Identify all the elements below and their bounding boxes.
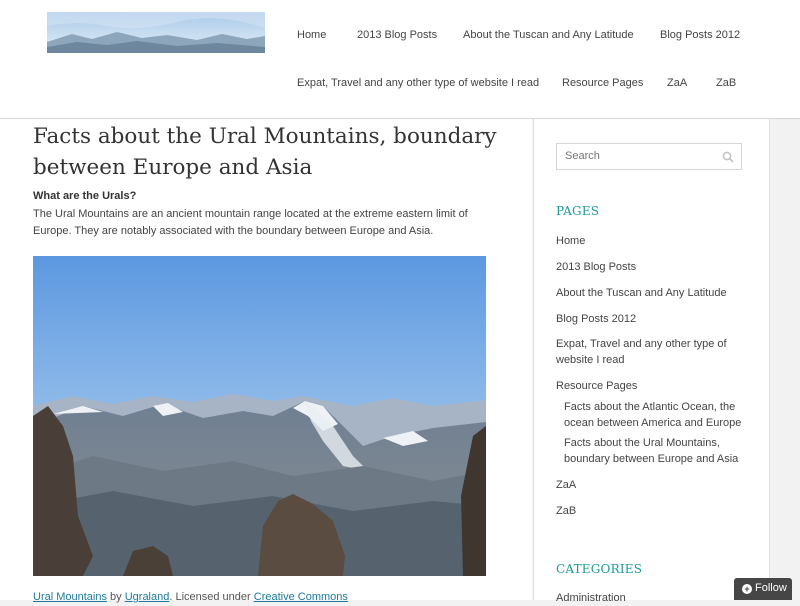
sidebar-page-2013-blog-posts[interactable]: 2013 Blog Posts [556, 259, 636, 275]
site-header: Home 2013 Blog Posts About the Tuscan an… [0, 0, 800, 119]
sidebar-page-about-tuscan[interactable]: About the Tuscan and Any Latitude [556, 285, 727, 301]
categories-widget-title: CATEGORIES [556, 562, 643, 576]
nav-zab[interactable]: ZaB [716, 77, 736, 89]
sidebar-page-zaa[interactable]: ZaA [556, 477, 576, 493]
sidebar-subpage-ural-mountains[interactable]: Facts about the Ural Mountains, boundary… [564, 435, 749, 467]
nav-about-tuscan[interactable]: About the Tuscan and Any Latitude [463, 29, 634, 41]
search-icon[interactable] [722, 151, 734, 163]
sidebar-page-home[interactable]: Home [556, 233, 585, 249]
post-intro: The Ural Mountains are an ancient mounta… [33, 208, 468, 237]
header-logo-image[interactable] [47, 12, 265, 53]
caption-by: by [106, 591, 125, 603]
caption-author-link[interactable]: Ugraland [125, 591, 170, 603]
sidebar-page-resource-pages[interactable]: Resource Pages [556, 378, 637, 394]
follow-label: Follow [755, 582, 787, 594]
sidebar-page-blog-posts-2012[interactable]: Blog Posts 2012 [556, 311, 636, 327]
caption-licensed: . Licensed under [169, 591, 254, 603]
nav-home[interactable]: Home [297, 29, 326, 41]
search-box [556, 143, 742, 170]
follow-button[interactable]: + Follow [734, 578, 792, 600]
sidebar-page-expat-travel[interactable]: Expat, Travel and any other type of webs… [556, 336, 746, 368]
nav-2013-blog-posts[interactable]: 2013 Blog Posts [357, 29, 437, 41]
nav-expat-travel[interactable]: Expat, Travel and any other type of webs… [297, 77, 539, 89]
caption-photo-link[interactable]: Ural Mountains [33, 591, 107, 603]
post-question: What are the Urals? [33, 190, 137, 202]
nav-blog-posts-2012[interactable]: Blog Posts 2012 [660, 29, 740, 41]
post-title: Facts about the Ural Mountains, boundary… [33, 124, 497, 180]
caption-license-link[interactable]: Creative Commons [254, 591, 348, 603]
mountain-photo-graphic [33, 256, 486, 576]
ural-mountains-photo [33, 256, 486, 576]
photo-caption: Ural Mountains by Ugraland. Licensed und… [33, 591, 348, 603]
sidebar-category-administration[interactable]: Administration [556, 590, 626, 606]
nav-zaa[interactable]: ZaA [667, 77, 687, 89]
pages-widget-title: PAGES [556, 204, 600, 218]
nav-resource-pages[interactable]: Resource Pages [562, 77, 643, 89]
search-input[interactable] [565, 150, 715, 162]
sidebar-page-zab[interactable]: ZaB [556, 503, 576, 519]
sidebar-subpage-atlantic-ocean[interactable]: Facts about the Atlantic Ocean, the ocea… [564, 399, 749, 431]
mountain-banner-graphic [47, 12, 265, 53]
plus-icon: + [742, 584, 752, 594]
